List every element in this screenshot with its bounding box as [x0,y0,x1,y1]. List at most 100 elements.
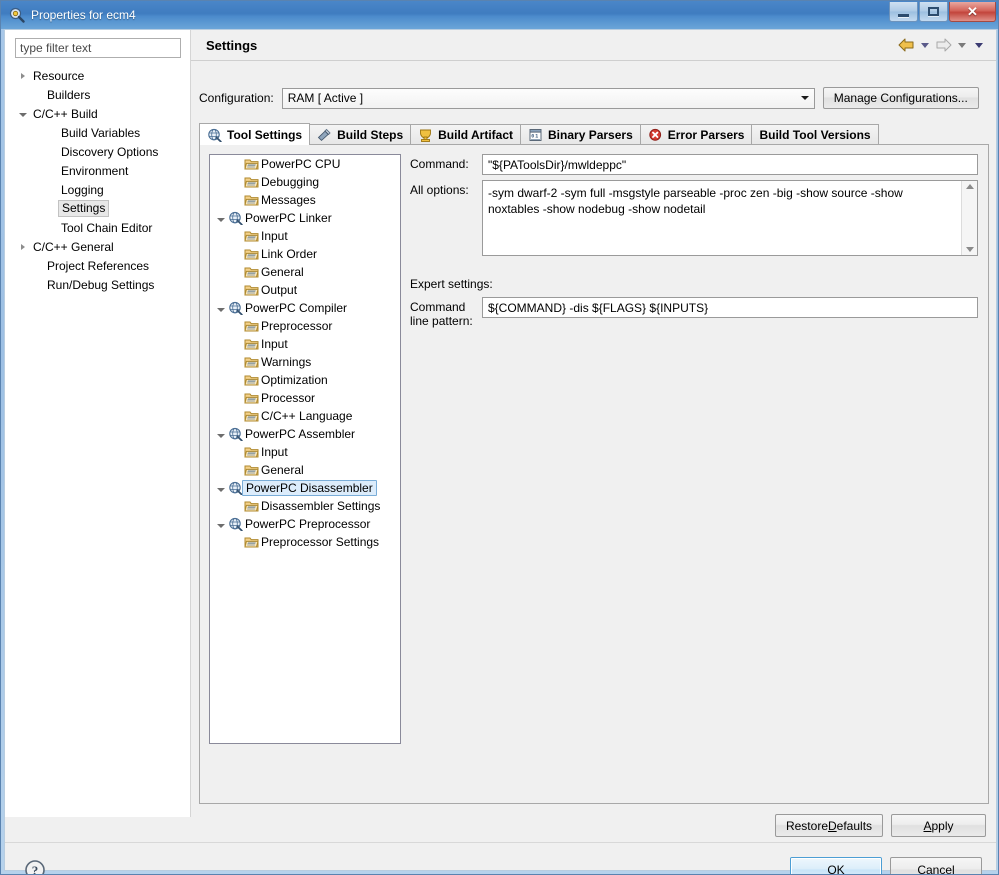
navigation-pane: Resource Builders C/C++ Build Build Variabl… [5,30,191,817]
tool-option-folder-icon [243,247,260,261]
tool-tree-item-label: Input [261,229,288,243]
tool-option-folder-icon [243,283,260,297]
chevron-down-icon[interactable] [15,110,31,117]
tool-tree-item-disassembler-settings[interactable]: Disassembler Settings [210,497,400,515]
apply-button[interactable]: Apply [891,814,986,837]
tab-tool-settings[interactable]: Tool Settings [199,123,311,145]
tab-build-artifact[interactable]: Build Artifact [410,124,522,145]
minimize-button[interactable] [889,2,918,22]
tool-tree-item-general[interactable]: General [210,461,400,479]
chevron-down-icon[interactable] [214,305,227,312]
svg-text:?: ? [32,863,39,875]
tool-settings-panel: PowerPC CPU Debugging Messages PowerPC Link… [199,144,989,804]
tool-tree-item-c-c-language[interactable]: C/C++ Language [210,407,400,425]
close-icon: ✕ [967,4,978,19]
error-parsers-icon [648,128,663,142]
tool-tree-item-input[interactable]: Input [210,227,400,245]
settings-nav-tree[interactable]: Resource Builders C/C++ Build Build Variabl… [5,66,191,294]
tool-tree-item-powerpc-cpu[interactable]: PowerPC CPU [210,155,400,173]
ok-button[interactable]: OK [790,857,882,874]
tool-tree-item-powerpc-linker[interactable]: PowerPC Linker [210,209,400,227]
command-input[interactable] [482,154,978,175]
configuration-select[interactable]: RAM [ Active ] [281,87,815,109]
manage-configurations-button[interactable]: Manage Configurations... [822,87,979,109]
tool-tree-item-link-order[interactable]: Link Order [210,245,400,263]
chevron-down-icon[interactable] [214,431,227,438]
tool-tree-item-preprocessor[interactable]: Preprocessor [210,317,400,335]
all-options-scrollbar[interactable] [961,181,977,255]
tool-tree-item-label: Link Order [261,247,318,261]
tool-option-folder-icon [243,445,260,459]
tool-tree-item-preprocessor-settings[interactable]: Preprocessor Settings [210,533,400,551]
tool-tree-item-optimization[interactable]: Optimization [210,371,400,389]
tool-tree-item-input[interactable]: Input [210,335,400,353]
tool-tree-item-powerpc-disassembler[interactable]: PowerPC Disassembler [210,479,400,497]
restore-defaults-button[interactable]: Restore Defaults [775,814,883,837]
cancel-button[interactable]: Cancel [890,857,982,874]
sidebar-item-c-c-general[interactable]: C/C++ General [5,237,191,256]
maximize-button[interactable] [919,2,948,22]
header-nav-buttons [898,38,986,52]
tool-tree-item-label: PowerPC CPU [261,157,341,171]
svg-text:1: 1 [535,134,538,140]
tool-options-form: Command: All options: -sym dwarf-2 -sym … [410,154,978,333]
tool-tree-item-label: Preprocessor [261,319,333,333]
tool-tree-item-label: C/C++ Language [261,409,353,423]
tool-tree-item-input[interactable]: Input [210,443,400,461]
sidebar-item-run-debug-settings[interactable]: Run/Debug Settings [5,275,191,294]
command-line-pattern-row: Command line pattern: [410,297,978,328]
tool-settings-icon [207,128,222,142]
back-arrow-icon[interactable] [898,38,915,52]
sidebar-item-project-references[interactable]: Project References [5,256,191,275]
help-icon[interactable]: ? [24,859,46,875]
sidebar-item-environment[interactable]: Environment [5,161,191,180]
sidebar-item-resource[interactable]: Resource [5,66,191,85]
tool-tree-item-debugging[interactable]: Debugging [210,173,400,191]
build-artifact-icon [418,128,433,142]
tool-option-folder-icon [243,337,260,351]
chevron-down-icon[interactable] [214,485,227,492]
tool-option-folder-icon [243,373,260,387]
tool-tree-item-warnings[interactable]: Warnings [210,353,400,371]
tool-tree-item-powerpc-assembler[interactable]: PowerPC Assembler [210,425,400,443]
sidebar-item-c-c-build[interactable]: C/C++ Build [5,104,191,123]
sidebar-item-label: Resource [33,68,85,83]
chevron-down-icon[interactable] [214,521,227,528]
close-button[interactable]: ✕ [949,2,996,22]
tool-tree-item-messages[interactable]: Messages [210,191,400,209]
tool-tree-item-output[interactable]: Output [210,281,400,299]
view-menu-icon[interactable] [975,42,983,48]
tab-binary-parsers[interactable]: 0 1 Binary Parsers [520,124,641,145]
svg-text:0: 0 [531,134,534,140]
tab-build-tool-versions[interactable]: Build Tool Versions [751,124,879,145]
scroll-down-icon[interactable] [965,247,974,252]
scroll-up-icon[interactable] [965,184,974,189]
tool-option-folder-icon [243,175,260,189]
tab-build-steps[interactable]: Build Steps [309,124,412,145]
sidebar-item-settings[interactable]: Settings [5,199,191,218]
tool-tree-item-processor[interactable]: Processor [210,389,400,407]
command-line-pattern-input[interactable] [482,297,978,318]
tool-tree-item-label: PowerPC Assembler [245,427,356,441]
back-dropdown-icon[interactable] [921,42,929,48]
chevron-down-icon[interactable] [797,89,814,108]
tool-tree-item-general[interactable]: General [210,263,400,281]
sidebar-item-build-variables[interactable]: Build Variables [5,123,191,142]
tab-error-parsers[interactable]: Error Parsers [639,124,753,145]
tool-tree[interactable]: PowerPC CPU Debugging Messages PowerPC Link… [209,154,401,744]
tool-option-folder-icon [243,319,260,333]
chevron-right-icon[interactable] [15,72,31,79]
sidebar-item-tool-chain-editor[interactable]: Tool Chain Editor [5,218,191,237]
all-options-textarea[interactable]: -sym dwarf-2 -sym full -msgstyle parseab… [482,180,978,256]
tool-tree-item-label: PowerPC Disassembler [242,480,377,496]
sidebar-item-discovery-options[interactable]: Discovery Options [5,142,191,161]
sidebar-item-label: Build Variables [61,125,141,140]
settings-tab-bar[interactable]: Tool Settings Build Steps Build Artifact 0 1… [199,123,879,145]
chevron-right-icon[interactable] [15,243,31,250]
chevron-down-icon[interactable] [214,215,227,222]
tool-tree-item-powerpc-preprocessor[interactable]: PowerPC Preprocessor [210,515,400,533]
sidebar-item-logging[interactable]: Logging [5,180,191,199]
tool-tree-item-powerpc-compiler[interactable]: PowerPC Compiler [210,299,400,317]
filter-input[interactable] [15,38,181,58]
sidebar-item-builders[interactable]: Builders [5,85,191,104]
